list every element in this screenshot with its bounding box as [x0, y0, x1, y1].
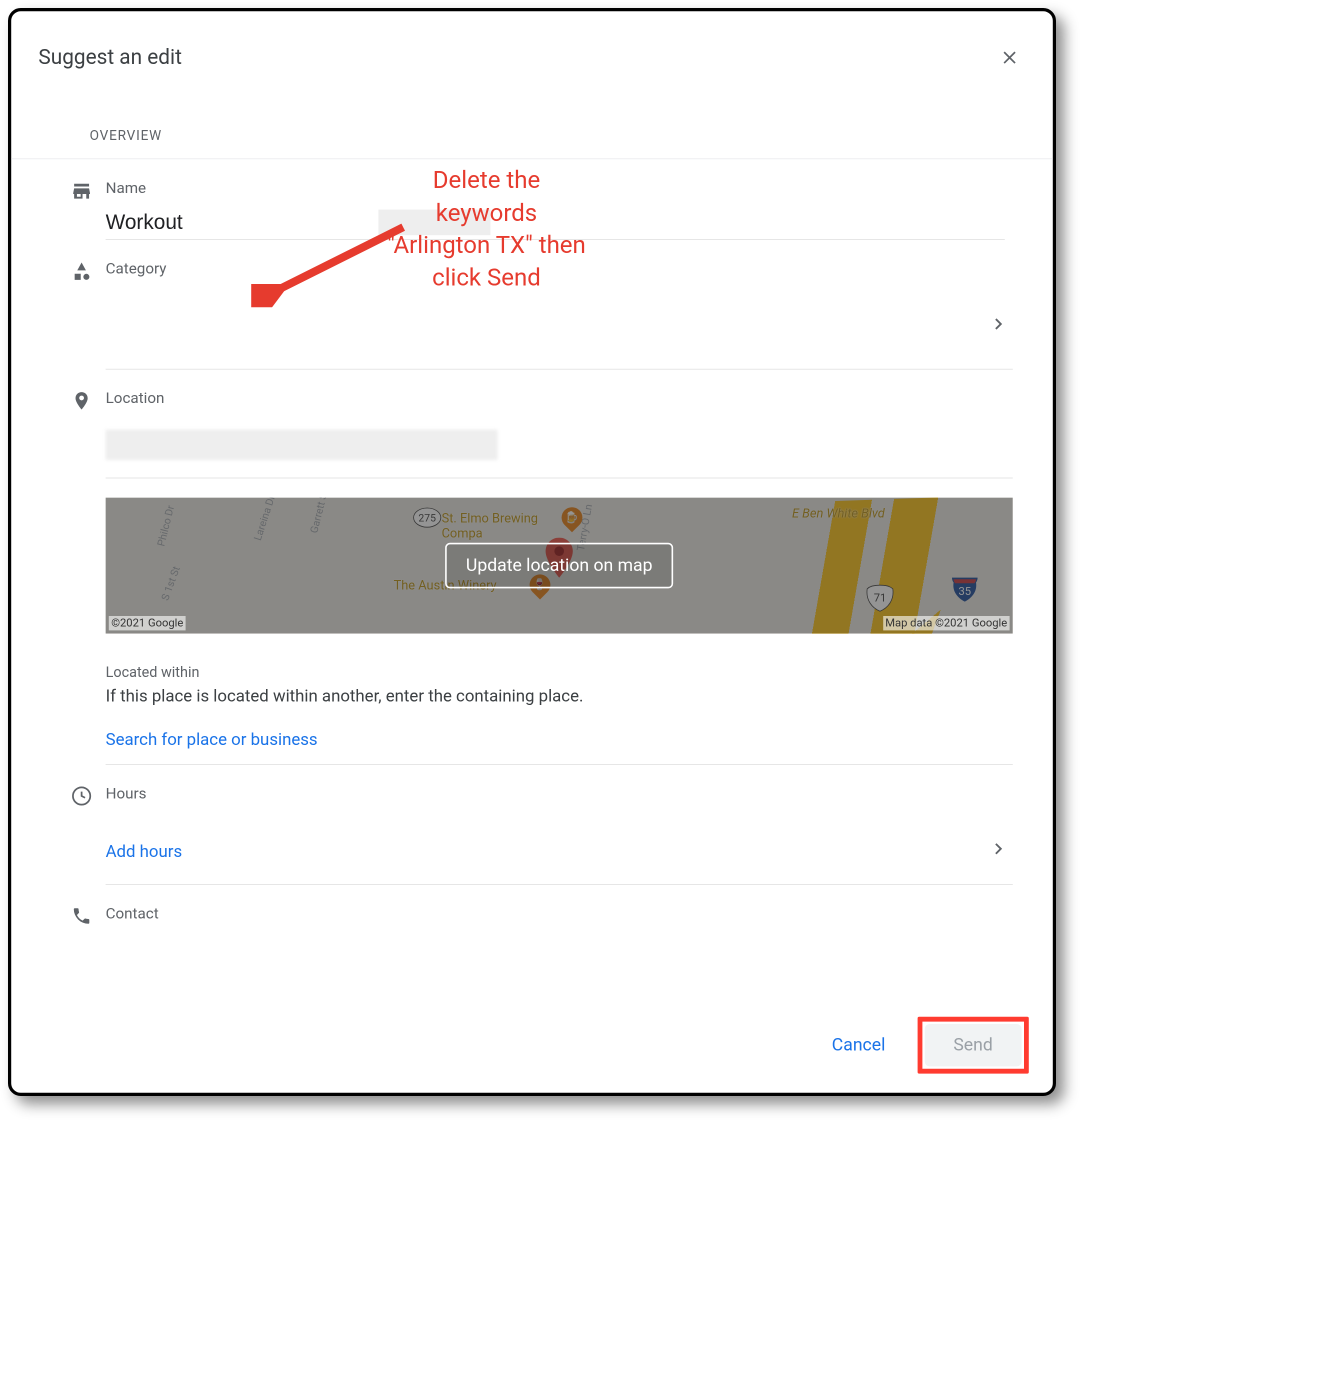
close-icon	[999, 47, 1020, 68]
dialog-title: Suggest an edit	[38, 46, 181, 70]
chevron-right-icon	[987, 313, 1009, 342]
clock-icon	[71, 786, 92, 807]
update-location-button[interactable]: Update location on map	[445, 543, 673, 589]
located-within-description: If this place is located within another,…	[106, 687, 1013, 706]
category-icon	[71, 261, 92, 282]
annotation-text: Delete the keywords "Arlington TX" then …	[387, 165, 586, 295]
hours-label: Hours	[106, 784, 1013, 802]
hours-row[interactable]: Add hours	[106, 814, 1013, 885]
location-label: Location	[106, 389, 1013, 407]
map-preview[interactable]: Philco Dr Lareina Dr Garrett St S 1st St…	[106, 498, 1013, 634]
suggest-edit-dialog: Suggest an edit OVERVIEW Name Category	[8, 8, 1056, 1096]
cancel-button[interactable]: Cancel	[824, 1024, 894, 1066]
category-selector[interactable]	[106, 289, 1013, 370]
contact-label: Contact	[106, 904, 1013, 922]
chevron-right-icon	[987, 838, 1009, 867]
redacted-address	[106, 430, 498, 460]
overview-tab[interactable]: OVERVIEW	[11, 90, 1053, 160]
location-pin-icon	[71, 390, 92, 411]
map-copyright: ©2021 Google	[109, 616, 186, 630]
located-within-label: Located within	[106, 664, 1013, 681]
send-button[interactable]: Send	[925, 1024, 1022, 1066]
map-attribution: Map data ©2021 Google	[883, 616, 1010, 630]
add-hours-link[interactable]: Add hours	[106, 842, 183, 861]
search-place-link[interactable]: Search for place or business	[106, 730, 1013, 764]
store-icon	[70, 180, 92, 202]
close-button[interactable]	[994, 42, 1026, 74]
phone-icon	[71, 906, 92, 927]
send-button-highlight: Send	[917, 1017, 1028, 1074]
location-address-row[interactable]	[106, 423, 1013, 478]
